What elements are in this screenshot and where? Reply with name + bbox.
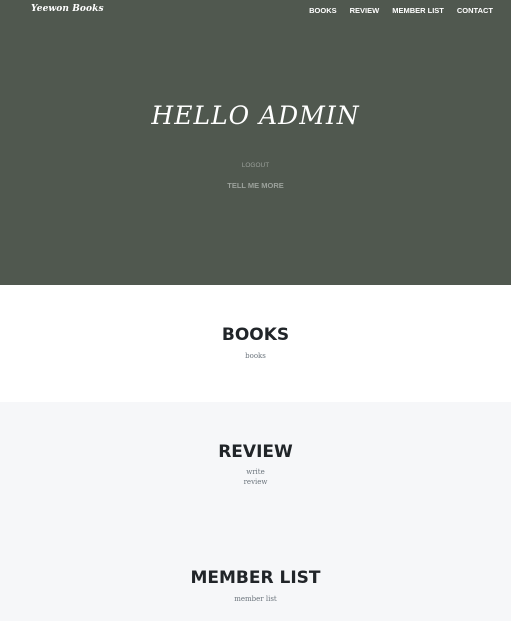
- nav-links: BOOKS REVIEW MEMBER LIST CONTACT: [309, 6, 493, 15]
- hero-title: HELLO ADMIN: [151, 101, 360, 130]
- books-section: BOOKS books: [0, 285, 511, 402]
- brand-logo[interactable]: Yeewon Books: [31, 4, 104, 14]
- member-list-heading: MEMBER LIST: [190, 568, 321, 588]
- review-section: REVIEW write review MEMBER LIST member l…: [0, 402, 511, 621]
- logout-link[interactable]: LOGOUT: [0, 162, 511, 169]
- navbar: Yeewon Books BOOKS REVIEW MEMBER LIST CO…: [0, 0, 511, 22]
- books-heading: BOOKS: [221, 325, 290, 345]
- books-link[interactable]: books: [0, 351, 511, 361]
- nav-link-contact[interactable]: CONTACT: [457, 6, 493, 15]
- masthead: Yeewon Books BOOKS REVIEW MEMBER LIST CO…: [0, 0, 511, 285]
- tell-me-more-button[interactable]: TELL ME MORE: [0, 181, 511, 190]
- review-heading: REVIEW: [218, 442, 293, 462]
- nav-link-books[interactable]: BOOKS: [309, 6, 337, 15]
- nav-link-review[interactable]: REVIEW: [350, 6, 380, 15]
- review-link[interactable]: review: [0, 477, 511, 487]
- nav-link-member-list[interactable]: MEMBER LIST: [392, 6, 444, 15]
- write-link[interactable]: write: [0, 467, 511, 477]
- member-list-link[interactable]: member list: [0, 594, 511, 604]
